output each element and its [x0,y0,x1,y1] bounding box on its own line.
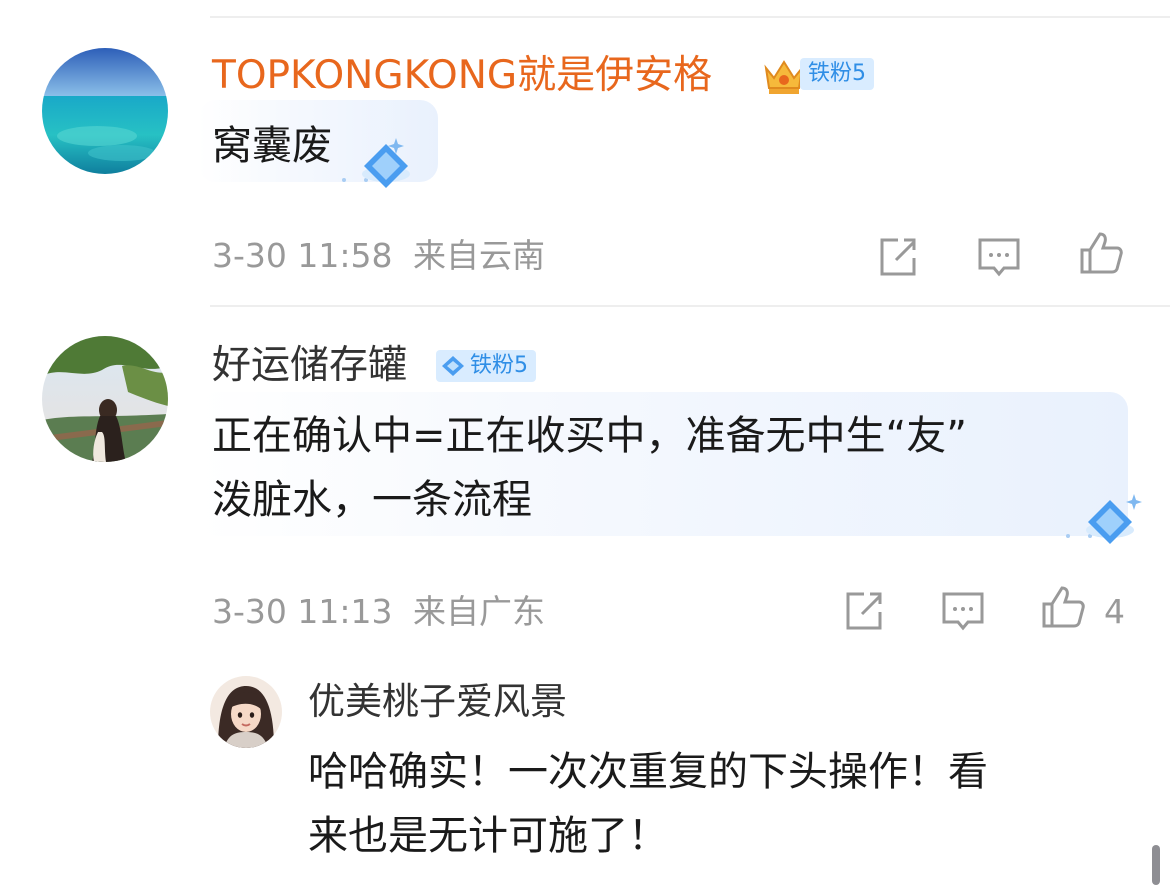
comment-location: 来自云南 [413,236,545,275]
avatar-cartoon-girl-image [210,676,282,748]
reply-text-line-1: 哈哈确实！一次次重复的下头操作！看 [308,749,988,795]
username[interactable]: 好运储存罐 [212,342,407,390]
comment-meta: 3-30 11:58 来自云南 [212,236,545,276]
like-count: 4 [1104,592,1125,631]
comment-meta: 3-30 11:13 来自广东 [212,592,545,632]
comment-time: 3-30 11:58 [212,236,393,275]
comment-separator [210,305,1170,307]
avatar-girl-image [42,336,168,462]
share-icon[interactable] [840,588,886,634]
comment-time: 3-30 11:13 [212,592,393,631]
diamond-sticker-icon [336,134,416,190]
avatar[interactable] [42,336,168,462]
comment-text-line-2: 泼脏水，一条流程 [212,477,532,523]
username[interactable]: TOPKONGKONG就是伊安格 [212,52,712,100]
reply-text-line-2: 来也是无计可施了！ [308,813,668,859]
reply-username[interactable]: 优美桃子爱风景 [308,678,567,726]
diamond-icon [440,354,466,378]
diamond-sticker-icon [1064,490,1144,546]
fan-badge[interactable]: 铁粉5 [800,58,874,90]
avatar[interactable] [42,48,168,174]
comment-icon[interactable] [976,234,1022,280]
comment-text: 窝囊废 [212,123,332,169]
share-icon[interactable] [874,234,920,280]
comment-text-line-1: 正在确认中=正在收买中，准备无中生“友” [212,413,967,459]
fan-badge-label: 铁粉5 [470,353,528,378]
avatar[interactable] [210,676,282,748]
comment-location: 来自广东 [413,592,545,631]
thumbs-up-icon[interactable] [1078,230,1124,276]
scrollbar[interactable] [1152,845,1160,885]
top-separator [210,16,1170,18]
fan-badge[interactable]: 铁粉5 [436,350,536,382]
comment-icon[interactable] [940,588,986,634]
avatar-sea-image [42,48,168,174]
thumbs-up-icon[interactable] [1040,584,1086,630]
fan-badge-label: 铁粉5 [808,61,866,86]
